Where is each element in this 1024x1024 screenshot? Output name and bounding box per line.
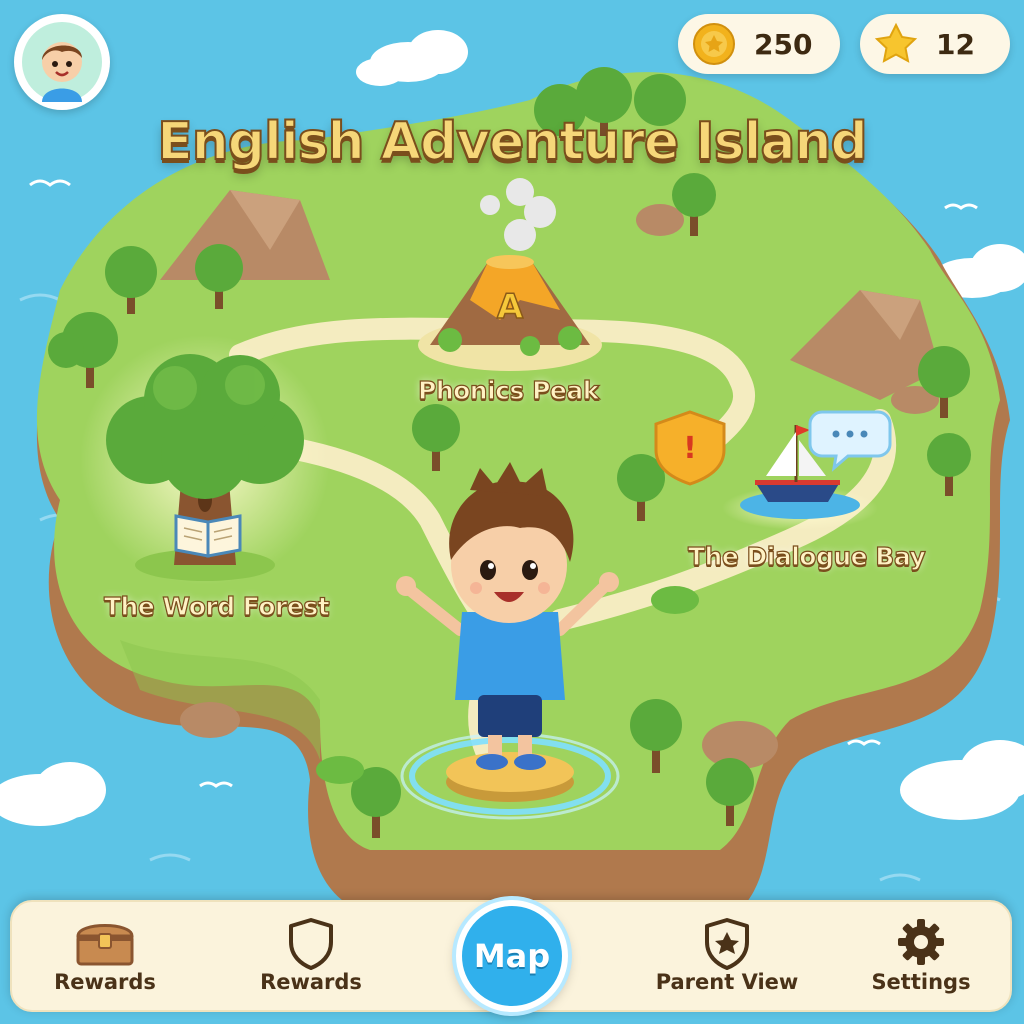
nav-map-label: Map xyxy=(473,937,551,975)
nav-settings-label: Settings xyxy=(871,970,971,994)
treasure-chest-icon xyxy=(76,924,134,966)
open-book-icon xyxy=(174,514,242,558)
location-label-word-forest[interactable]: The Word Forest xyxy=(103,591,330,621)
volcano-letter: A xyxy=(497,287,524,327)
star-counter[interactable]: 12 xyxy=(860,14,1010,74)
coin-icon xyxy=(693,23,735,65)
location-label-phonics-peak[interactable]: Phonics Peak xyxy=(417,375,600,405)
gear-icon xyxy=(898,919,944,965)
coin-count: 250 xyxy=(754,27,813,61)
nav-rewards-chest[interactable]: Rewards xyxy=(30,902,180,1010)
quest-marker-mark: ! xyxy=(683,431,697,466)
nav-parent-view-label: Parent View xyxy=(655,970,799,994)
nav-rewards-shield[interactable]: Rewards xyxy=(236,902,386,1010)
star-icon xyxy=(874,22,918,63)
player-avatar[interactable] xyxy=(14,14,110,110)
shield-icon xyxy=(289,918,333,970)
parent-shield-star-icon xyxy=(705,918,749,970)
star-count: 12 xyxy=(936,27,975,61)
nav-settings[interactable]: Settings xyxy=(846,902,996,1010)
boy-avatar-icon xyxy=(22,22,102,102)
nav-rewards-shield-label: Rewards xyxy=(260,970,362,994)
nav-parent-view[interactable]: Parent View xyxy=(652,902,802,1010)
nav-map-button[interactable]: Map xyxy=(456,900,568,1012)
coin-counter[interactable]: 250 xyxy=(678,14,840,74)
location-label-dialogue-bay[interactable]: The Dialogue Bay xyxy=(687,541,926,571)
game-title: English Adventure Island xyxy=(156,111,868,173)
nav-rewards-chest-label: Rewards xyxy=(54,970,156,994)
